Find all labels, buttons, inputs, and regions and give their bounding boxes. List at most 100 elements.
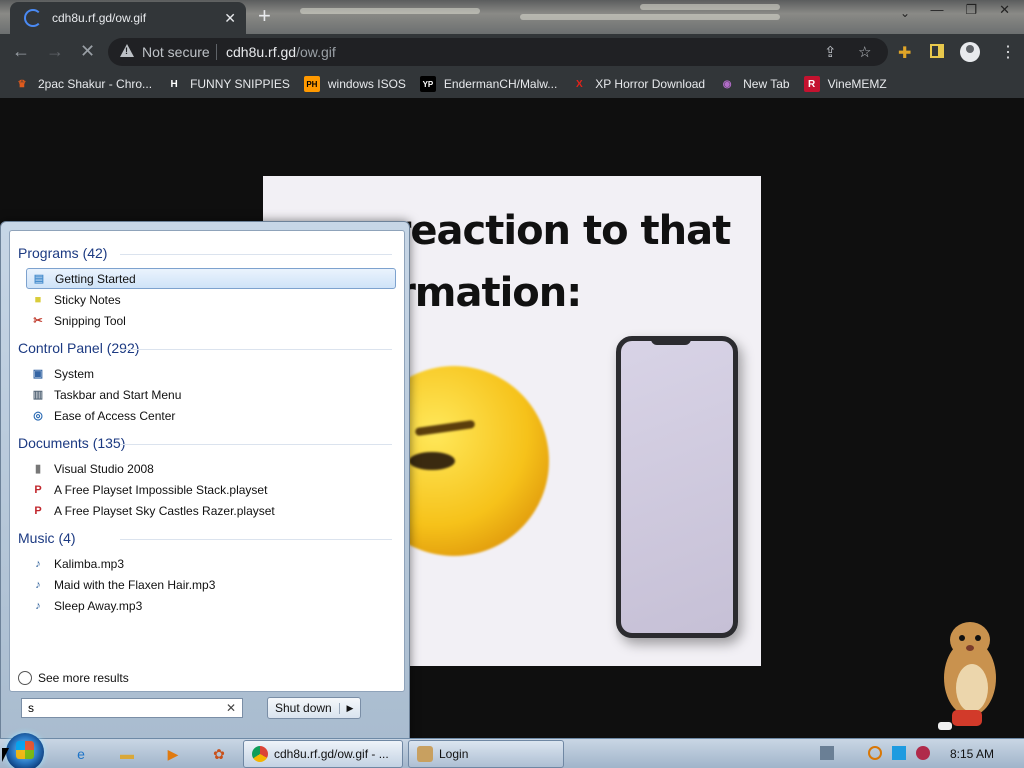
address-bar[interactable]: Not secure cdh8u.rf.gd/ow.gif ⇪ ☆	[108, 38, 888, 66]
maximize-icon[interactable]: ❐	[959, 0, 983, 20]
menu-kebab-icon[interactable]: ⋮	[1000, 42, 1016, 62]
extensions-puzzle-icon[interactable]: ✚	[898, 43, 911, 63]
result-label: Visual Studio 2008	[54, 461, 154, 476]
start-menu-group-title[interactable]: Music (4)	[18, 530, 76, 546]
result-label: Sleep Away.mp3	[54, 598, 143, 613]
start-menu-result-item[interactable]: ♪ Sleep Away.mp3	[26, 595, 396, 616]
2pac-icon: ♛	[17, 78, 27, 90]
media-player-icon[interactable]: ▶	[162, 743, 184, 765]
taskbar-icon: ▥	[32, 389, 44, 401]
media-tray-icon[interactable]	[916, 746, 930, 760]
start-menu-result-item[interactable]: ▮ Visual Studio 2008	[26, 458, 396, 479]
task-login[interactable]: Login	[408, 740, 564, 768]
share-icon[interactable]: ⇪	[824, 43, 837, 61]
result-label: Taskbar and Start Menu	[54, 387, 182, 402]
back-arrow-icon[interactable]: ←	[12, 42, 30, 60]
start-menu-group-title[interactable]: Programs (42)	[18, 245, 107, 261]
result-label: Ease of Access Center	[54, 408, 176, 423]
start-menu-result-item[interactable]: ▥ Taskbar and Start Menu	[26, 384, 396, 405]
bookmark-item[interactable]: X XP Horror Download	[571, 76, 705, 92]
start-menu-results: See more results Programs (42) ▤ Getting S…	[9, 230, 405, 692]
start-menu-result-item[interactable]: ✂ Snipping Tool	[26, 310, 396, 331]
start-menu-result-item[interactable]: ▣ System	[26, 363, 396, 384]
search-magnifier-icon	[18, 671, 32, 685]
url-path: /ow.gif	[296, 44, 336, 60]
display-tray-icon[interactable]	[892, 746, 906, 760]
shutdown-button[interactable]: Shut down ▶	[267, 697, 361, 719]
phone-notch	[651, 337, 691, 345]
start-menu-result-item[interactable]: P A Free Playset Impossible Stack.playset	[26, 479, 396, 500]
new-tab-button[interactable]: +	[258, 4, 271, 28]
start-menu-result-item[interactable]: ▤ Getting Started	[26, 268, 396, 289]
bookmark-item[interactable]: H FUNNY SNIPPIES	[166, 76, 290, 92]
emoji-brow	[414, 419, 476, 437]
bookmark-label: EndermanCH/Malw...	[443, 77, 558, 91]
warning-icon[interactable]	[120, 44, 134, 57]
bookmark-item[interactable]: ♛ 2pac Shakur - Chro...	[14, 76, 153, 92]
omnibox-divider	[216, 44, 217, 60]
ease-of-access-icon: ◎	[33, 410, 43, 422]
mouse-cursor	[2, 748, 9, 762]
task-chrome[interactable]: cdh8u.rf.gd/ow.gif - ...	[243, 740, 403, 768]
taskbar-clock[interactable]: 8:15 AM	[950, 747, 994, 761]
clear-search-icon[interactable]: ✕	[226, 701, 236, 715]
shutdown-options-arrow-icon[interactable]: ▶	[339, 702, 360, 714]
forward-arrow-icon[interactable]: →	[46, 42, 64, 60]
playset-icon: P	[34, 483, 42, 496]
system-icon: ▣	[32, 368, 44, 380]
start-menu-result-item[interactable]: ◎ Ease of Access Center	[26, 405, 396, 426]
login-icon	[417, 746, 433, 762]
profile-avatar-icon[interactable]	[960, 42, 980, 62]
bookmark-item[interactable]: R VineMEMZ	[803, 76, 887, 92]
network-tray-icon[interactable]	[820, 746, 834, 760]
bookmark-label: VineMEMZ	[827, 77, 887, 91]
sticky-notes-icon: ■	[34, 293, 42, 306]
result-label: Snipping Tool	[54, 313, 126, 328]
stop-loading-icon[interactable]: ✕	[80, 42, 95, 60]
tab-close-icon[interactable]: ✕	[224, 10, 236, 27]
yp-icon: YP	[419, 76, 436, 92]
file-explorer-icon[interactable]: ▬	[116, 743, 138, 765]
browser-tab-active[interactable]: cdh8u.rf.gd/ow.gif ✕	[10, 2, 246, 34]
bookmark-item[interactable]: ◉ New Tab	[719, 76, 790, 92]
internet-explorer-icon[interactable]: e	[70, 743, 92, 765]
security-label[interactable]: Not secure	[142, 44, 210, 60]
start-menu-group-title[interactable]: Documents (135)	[18, 435, 125, 451]
search-tray-icon[interactable]	[868, 746, 882, 760]
task-label: cdh8u.rf.gd/ow.gif - ...	[274, 747, 389, 761]
side-panel-icon[interactable]	[930, 44, 944, 58]
tab-title: cdh8u.rf.gd/ow.gif	[52, 11, 147, 25]
group-divider	[120, 254, 392, 255]
start-menu-group-title[interactable]: Control Panel (292)	[18, 340, 139, 356]
music-file-icon: ♪	[35, 557, 41, 570]
close-window-icon[interactable]: ✕	[993, 0, 1016, 20]
tabstrip-streak	[520, 14, 780, 20]
start-search-input[interactable]: s ✕	[21, 698, 243, 718]
h-icon: H	[170, 78, 178, 90]
group-divider	[120, 349, 392, 350]
scissors-icon: ✂	[33, 315, 43, 327]
start-menu-result-item[interactable]: ♪ Maid with the Flaxen Hair.mp3	[26, 574, 396, 595]
loading-spinner-icon	[24, 9, 42, 27]
see-more-label: See more results	[38, 671, 129, 685]
url-text[interactable]: cdh8u.rf.gd/ow.gif	[226, 44, 336, 60]
result-label: Sticky Notes	[54, 292, 121, 307]
search-value: s	[28, 701, 34, 715]
window-controls: — ❐ ✕	[924, 0, 1016, 20]
start-menu-result-item[interactable]: ■ Sticky Notes	[26, 289, 396, 310]
paint-icon[interactable]: ✿	[208, 743, 230, 765]
playset-icon: P	[34, 504, 42, 517]
start-menu-result-item[interactable]: ♪ Kalimba.mp3	[26, 553, 396, 574]
bookmark-item[interactable]: YP EndermanCH/Malw...	[419, 76, 558, 92]
music-file-icon: ♪	[35, 578, 41, 591]
tab-search-icon[interactable]: ⌄	[900, 6, 910, 20]
bookmark-label: FUNNY SNIPPIES	[190, 77, 290, 91]
bookmark-item[interactable]: PH windows ISOS	[303, 76, 406, 92]
result-label: Getting Started	[55, 271, 136, 286]
start-orb-button[interactable]	[6, 733, 44, 768]
see-more-results[interactable]: See more results	[18, 671, 129, 685]
minimize-icon[interactable]: —	[924, 0, 949, 20]
bookmark-star-icon[interactable]: ☆	[858, 43, 871, 61]
url-host: cdh8u.rf.gd	[226, 44, 297, 60]
start-menu-result-item[interactable]: P A Free Playset Sky Castles Razer.playse…	[26, 500, 396, 521]
